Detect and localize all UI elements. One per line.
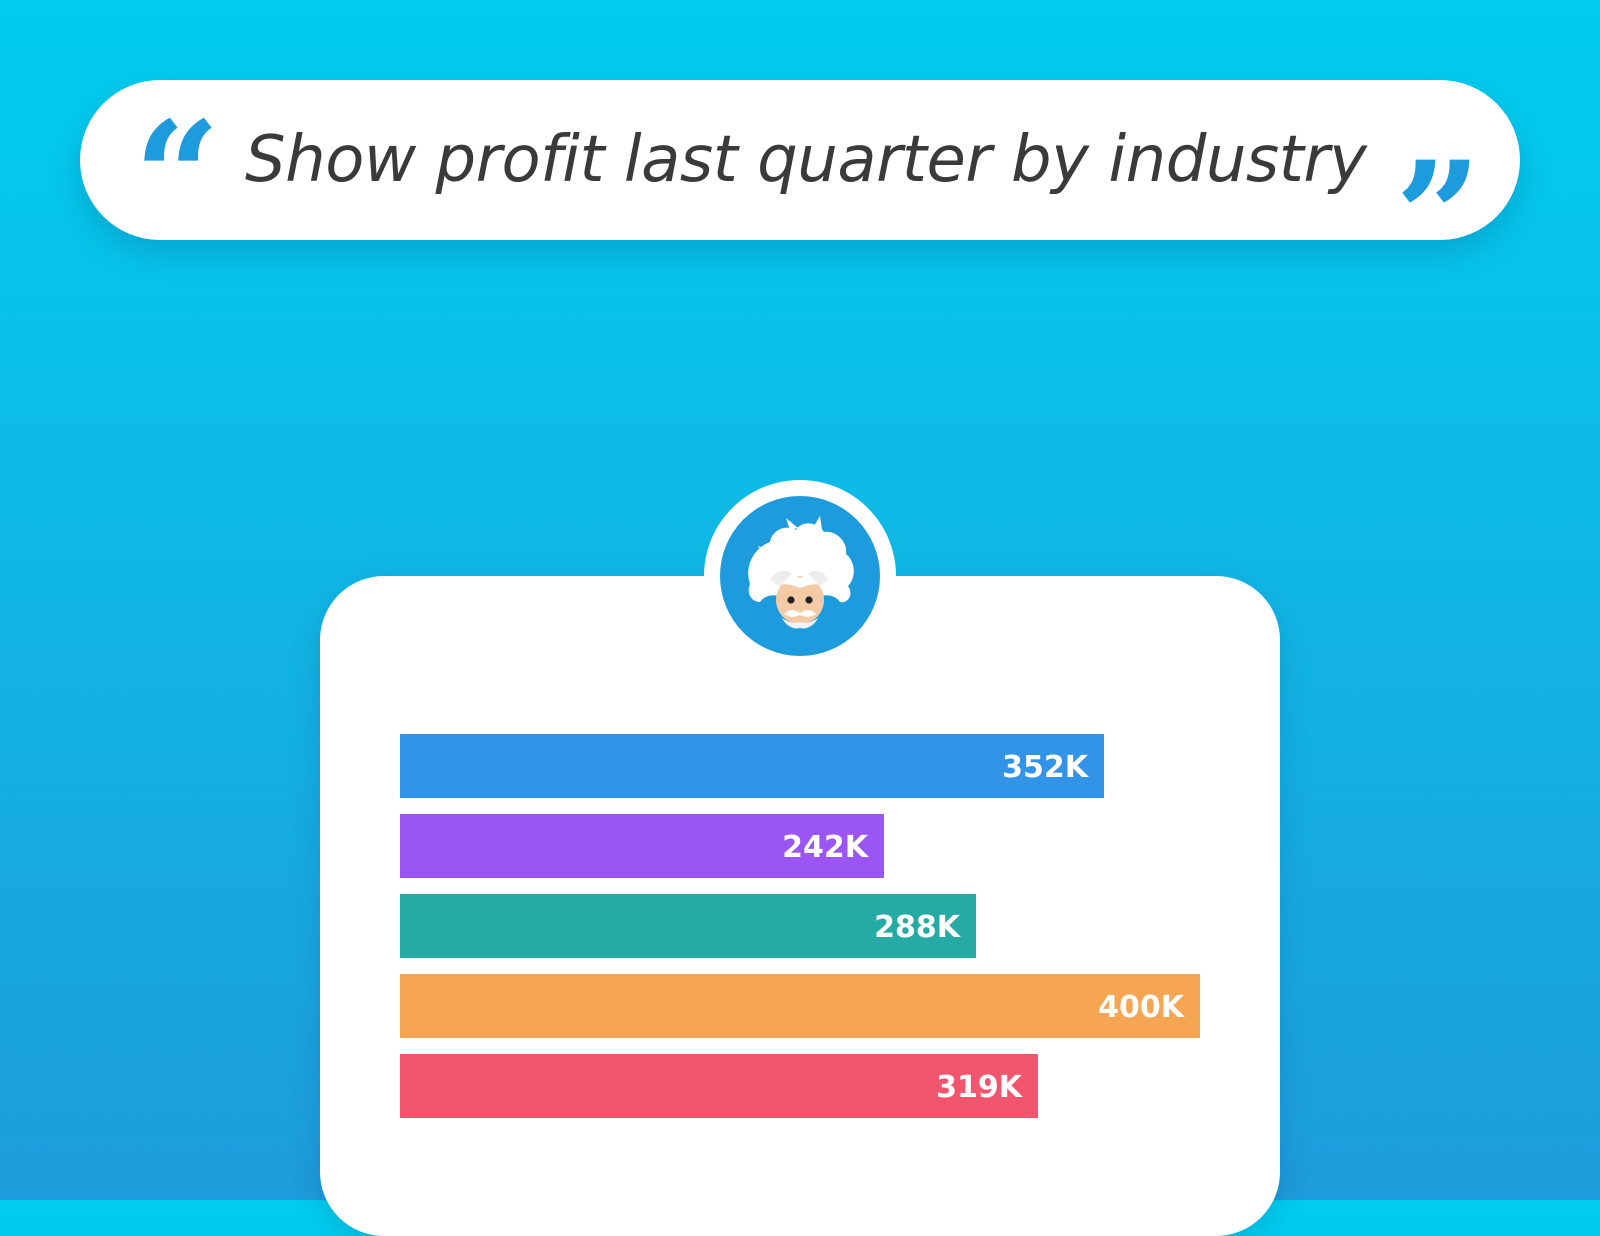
profit-bar-chart: 352K 242K 288K 400K 319K	[400, 734, 1200, 1118]
bar-value-label-4: 319K	[936, 1070, 1024, 1105]
bar-3	[400, 974, 1200, 1038]
bar-0	[400, 734, 1104, 798]
query-text: Show profit last quarter by industry	[245, 123, 1367, 197]
bar-value-label-0: 352K	[1002, 750, 1090, 785]
einstein-avatar-icon	[720, 496, 880, 656]
bar-value-label-1: 242K	[782, 830, 870, 865]
open-quote-icon: “	[134, 89, 221, 265]
einstein-face-icon	[748, 516, 854, 629]
bar-value-label-3: 400K	[1098, 990, 1186, 1025]
bar-value-label-2: 288K	[874, 910, 962, 945]
avatar-ring	[704, 480, 896, 672]
close-quote-icon: ”	[1395, 129, 1482, 305]
query-bubble: “ Show profit last quarter by industry ”	[80, 80, 1520, 292]
